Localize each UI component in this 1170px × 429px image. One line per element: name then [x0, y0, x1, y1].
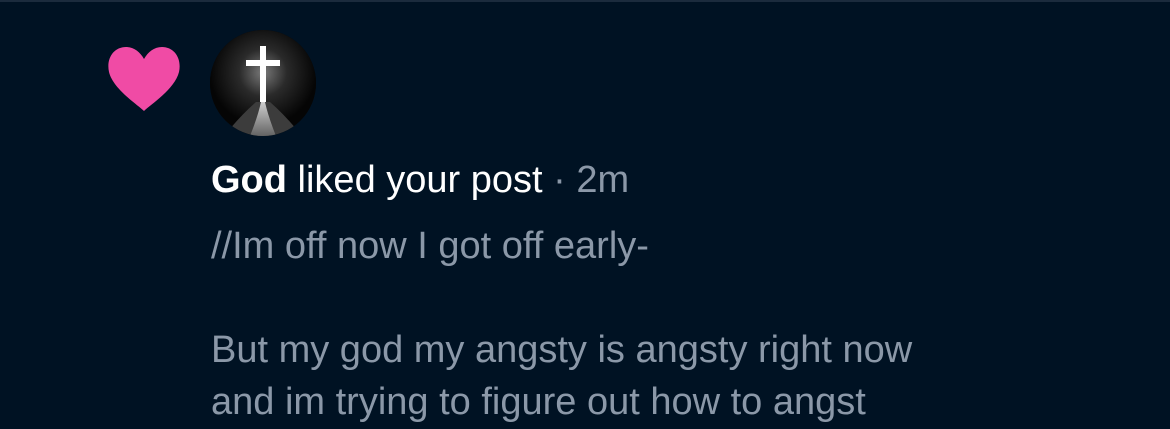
like-notification[interactable]: God liked your post · 2m //Im off now I … — [0, 0, 1170, 429]
timestamp: 2m — [576, 159, 630, 201]
post-blank-line — [211, 272, 912, 324]
post-line: and im trying to figure out how to angst — [211, 381, 866, 423]
author-name[interactable]: God — [211, 159, 287, 201]
post-line: //Im off now I got off early- — [211, 225, 649, 267]
avatar[interactable] — [210, 30, 316, 136]
post-line: But my god my angsty is angsty right now — [211, 329, 913, 371]
cross-icon — [210, 30, 316, 136]
heart-icon — [107, 45, 181, 113]
post-preview[interactable]: //Im off now I got off early- But my god… — [211, 220, 912, 428]
action-text: liked your post — [297, 159, 543, 201]
separator: · — [553, 159, 566, 201]
notification-headline: God liked your post · 2m — [211, 158, 629, 202]
